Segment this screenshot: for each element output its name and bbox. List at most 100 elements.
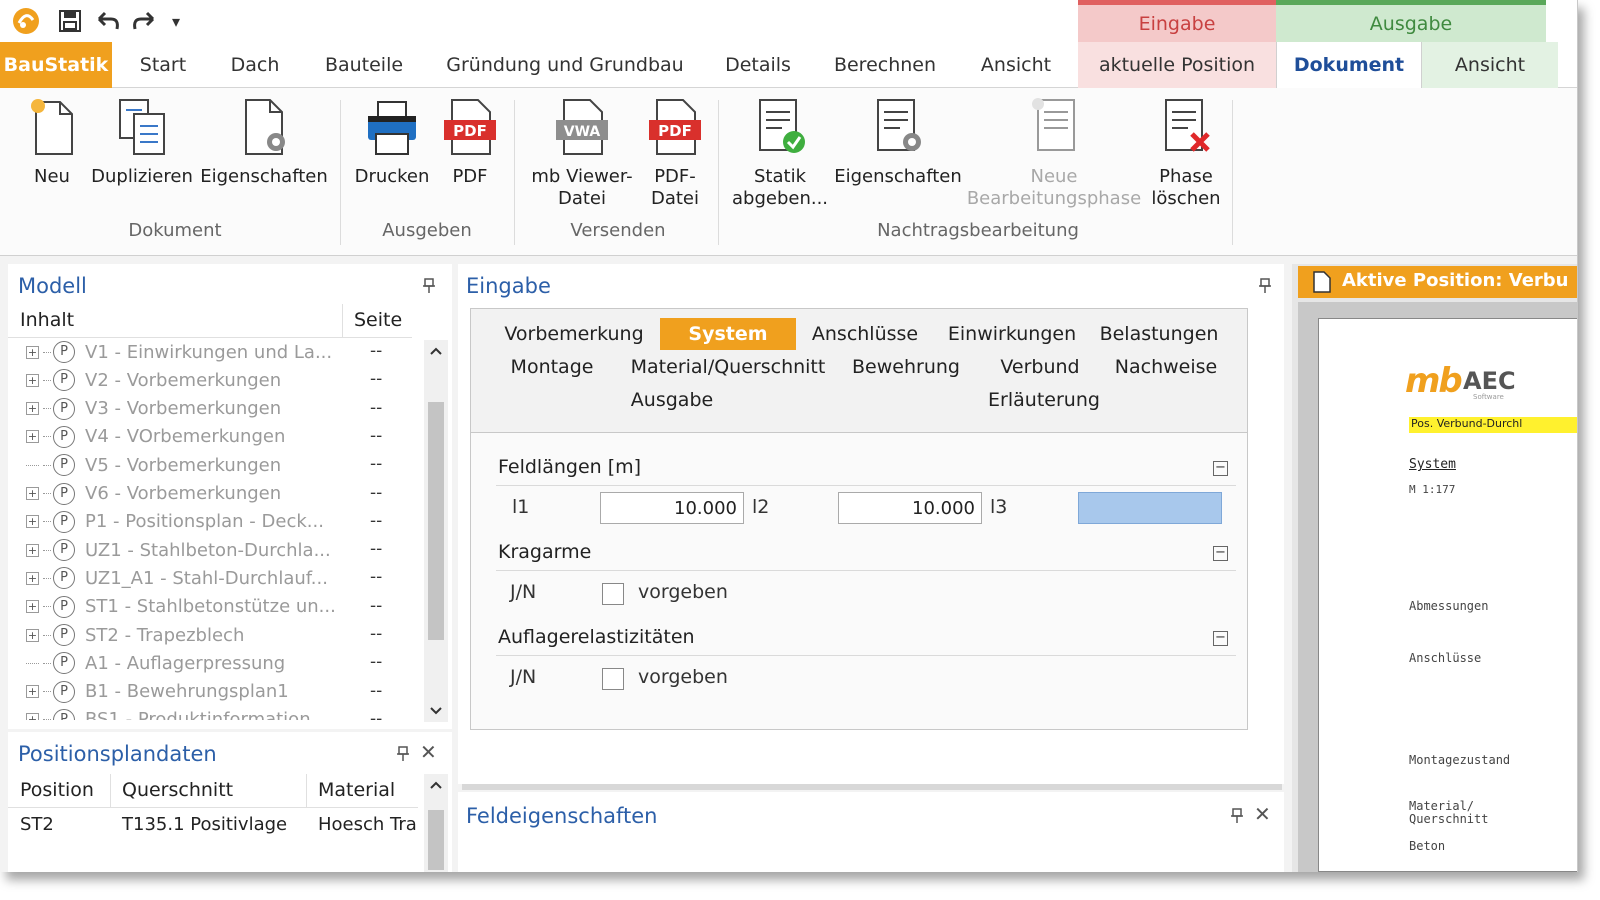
subtab-system[interactable]: System xyxy=(660,318,796,350)
scroll-up-icon[interactable] xyxy=(429,780,443,790)
pin-icon[interactable] xyxy=(396,746,410,762)
subtab-erlaeuterung[interactable]: Erläuterung xyxy=(980,384,1108,416)
print-button[interactable]: Drucken xyxy=(352,96,432,188)
pin-icon[interactable] xyxy=(422,278,436,294)
panel-splitter[interactable] xyxy=(462,784,1282,790)
delete-phase-button[interactable]: Phase löschen xyxy=(1144,96,1228,210)
collapse-icon[interactable]: − xyxy=(1213,546,1228,561)
l2-input[interactable] xyxy=(838,492,982,524)
preview-canvas[interactable]: mb AEC Software Pos. Verbund-Durchl Syst… xyxy=(1298,302,1577,872)
tab-ansicht-ausgabe[interactable]: Ansicht xyxy=(1422,42,1558,88)
document-properties-button[interactable]: Eigenschaften xyxy=(200,96,328,188)
subtab-montage[interactable]: Montage xyxy=(500,351,604,383)
expand-icon[interactable]: + xyxy=(26,515,39,529)
scroll-thumb[interactable] xyxy=(428,402,444,640)
subtab-belastungen[interactable]: Belastungen xyxy=(1096,318,1222,350)
subtab-material-querschnitt[interactable]: Material/Querschnitt xyxy=(624,351,832,383)
tree-item[interactable]: + P P1 - Positionsplan - Deck... xyxy=(26,508,324,536)
tree-item[interactable]: + P UZ1_A1 - Stahl-Durchlauf... xyxy=(26,564,328,592)
pdf-file-send-button[interactable]: PDF PDF- Datei xyxy=(640,96,710,210)
tab-gruendung[interactable]: Gründung und Grundbau xyxy=(440,42,690,88)
expand-icon[interactable]: + xyxy=(26,713,39,720)
section-feldlaengen[interactable]: Feldlängen [m] − xyxy=(496,452,1236,486)
tree-item[interactable]: + P ST1 - Stahlbetonstütze un... xyxy=(26,593,336,621)
subtab-verbund[interactable]: Verbund xyxy=(990,351,1090,383)
expand-icon[interactable]: + xyxy=(26,487,39,500)
tab-dokument[interactable]: Dokument xyxy=(1276,42,1422,88)
auflager-checkbox[interactable] xyxy=(602,668,624,690)
col-header-querschnitt[interactable]: Querschnitt xyxy=(122,779,233,801)
tab-start[interactable]: Start xyxy=(128,42,198,88)
subtab-vorbemerkung[interactable]: Vorbemerkung xyxy=(496,318,652,350)
col-header-material[interactable]: Material xyxy=(318,779,395,801)
phase-properties-button[interactable]: Eigenschaften xyxy=(834,96,962,188)
tab-dach[interactable]: Dach xyxy=(220,42,290,88)
duplicate-button[interactable]: Duplizieren xyxy=(90,96,194,188)
section-auflager[interactable]: Auflagerelastizitäten − xyxy=(496,622,1236,656)
save-icon[interactable] xyxy=(54,6,86,36)
col-header-position[interactable]: Position xyxy=(20,779,94,801)
scroll-thumb[interactable] xyxy=(428,810,444,870)
scroll-down-icon[interactable] xyxy=(429,706,443,716)
tree-item[interactable]: + P UZ1 - Stahlbeton-Durchla... xyxy=(26,536,331,564)
subtab-anschluesse[interactable]: Anschlüsse xyxy=(806,318,924,350)
tree-item[interactable]: + P V1 - Einwirkungen und La... xyxy=(26,340,332,366)
tree-item[interactable]: + P V6 - Vorbemerkungen xyxy=(26,480,281,508)
tree-item-seite: -- xyxy=(370,624,383,644)
expand-icon[interactable]: + xyxy=(26,543,39,557)
tree-item[interactable]: + P B1 - Bewehrungsplan1 xyxy=(26,678,289,706)
tree-item[interactable]: P V5 - Vorbemerkungen xyxy=(26,451,281,479)
tab-bauteile[interactable]: Bauteile xyxy=(318,42,410,88)
collapse-icon[interactable]: − xyxy=(1213,461,1228,476)
tree-item[interactable]: + P BS1 - Produktinformation... xyxy=(26,706,328,720)
close-icon[interactable]: ✕ xyxy=(1254,802,1271,826)
tab-aktuelle-position[interactable]: aktuelle Position xyxy=(1078,42,1276,88)
kragarme-checkbox[interactable] xyxy=(602,583,624,605)
scroll-up-icon[interactable] xyxy=(429,346,443,356)
l3-input[interactable] xyxy=(1078,492,1222,524)
statik-abgeben-button[interactable]: Statik abgeben... xyxy=(728,96,832,210)
subtab-einwirkungen[interactable]: Einwirkungen xyxy=(940,318,1084,350)
app-logo-icon[interactable] xyxy=(8,6,44,36)
new-phase-button[interactable]: Neue Bearbeitungsphase xyxy=(966,96,1142,210)
redo-icon[interactable] xyxy=(128,6,160,36)
pos-scrollbar[interactable] xyxy=(424,774,448,872)
tab-baustatik[interactable]: BauStatik xyxy=(0,42,112,88)
modell-scrollbar[interactable] xyxy=(424,340,448,722)
expand-icon[interactable]: + xyxy=(26,571,39,585)
expand-icon[interactable]: + xyxy=(26,600,39,614)
expand-icon[interactable]: + xyxy=(26,685,39,699)
pin-icon[interactable] xyxy=(1258,278,1272,294)
tree-item[interactable]: + P V2 - Vorbemerkungen xyxy=(26,366,281,394)
tree-item[interactable]: + P ST2 - Trapezblech xyxy=(26,621,244,649)
expand-icon[interactable]: + xyxy=(26,345,39,359)
expand-icon[interactable]: + xyxy=(26,373,39,387)
pin-icon[interactable] xyxy=(1230,808,1244,824)
mb-viewer-file-button[interactable]: VWA mb Viewer- Datei xyxy=(526,96,638,210)
expand-icon[interactable]: + xyxy=(26,402,39,416)
undo-icon[interactable] xyxy=(92,6,124,36)
collapse-icon[interactable]: − xyxy=(1213,631,1228,646)
subtab-ausgabe[interactable]: Ausgabe xyxy=(620,384,724,416)
pdf-button[interactable]: PDF PDF xyxy=(438,96,502,188)
tab-ansicht[interactable]: Ansicht xyxy=(970,42,1062,88)
section-kragarme[interactable]: Kragarme − xyxy=(496,537,1236,571)
tree-item[interactable]: + P V3 - Vorbemerkungen xyxy=(26,395,281,423)
table-row[interactable]: ST2 T135.1 Positivlage Hoesch Tra xyxy=(8,810,418,842)
new-document-button[interactable]: Neu xyxy=(20,96,84,188)
auflager-checkbox-label[interactable]: vorgeben xyxy=(638,666,728,688)
l1-input[interactable] xyxy=(600,492,744,524)
close-icon[interactable]: ✕ xyxy=(420,740,437,764)
kragarme-checkbox-label[interactable]: vorgeben xyxy=(638,581,728,603)
expand-icon[interactable]: + xyxy=(26,430,39,444)
subtab-nachweise[interactable]: Nachweise xyxy=(1108,351,1224,383)
col-header-inhalt[interactable]: Inhalt xyxy=(20,309,74,331)
col-header-seite[interactable]: Seite xyxy=(354,309,402,331)
tree-item[interactable]: + P V4 - VOrbemerkungen xyxy=(26,423,285,451)
tab-berechnen[interactable]: Berechnen xyxy=(826,42,944,88)
subtab-bewehrung[interactable]: Bewehrung xyxy=(846,351,966,383)
customize-dropdown-icon[interactable]: ▾ xyxy=(166,6,186,36)
expand-icon[interactable]: + xyxy=(26,628,39,642)
tree-item[interactable]: P A1 - Auflagerpressung xyxy=(26,649,285,677)
tab-details[interactable]: Details xyxy=(718,42,798,88)
